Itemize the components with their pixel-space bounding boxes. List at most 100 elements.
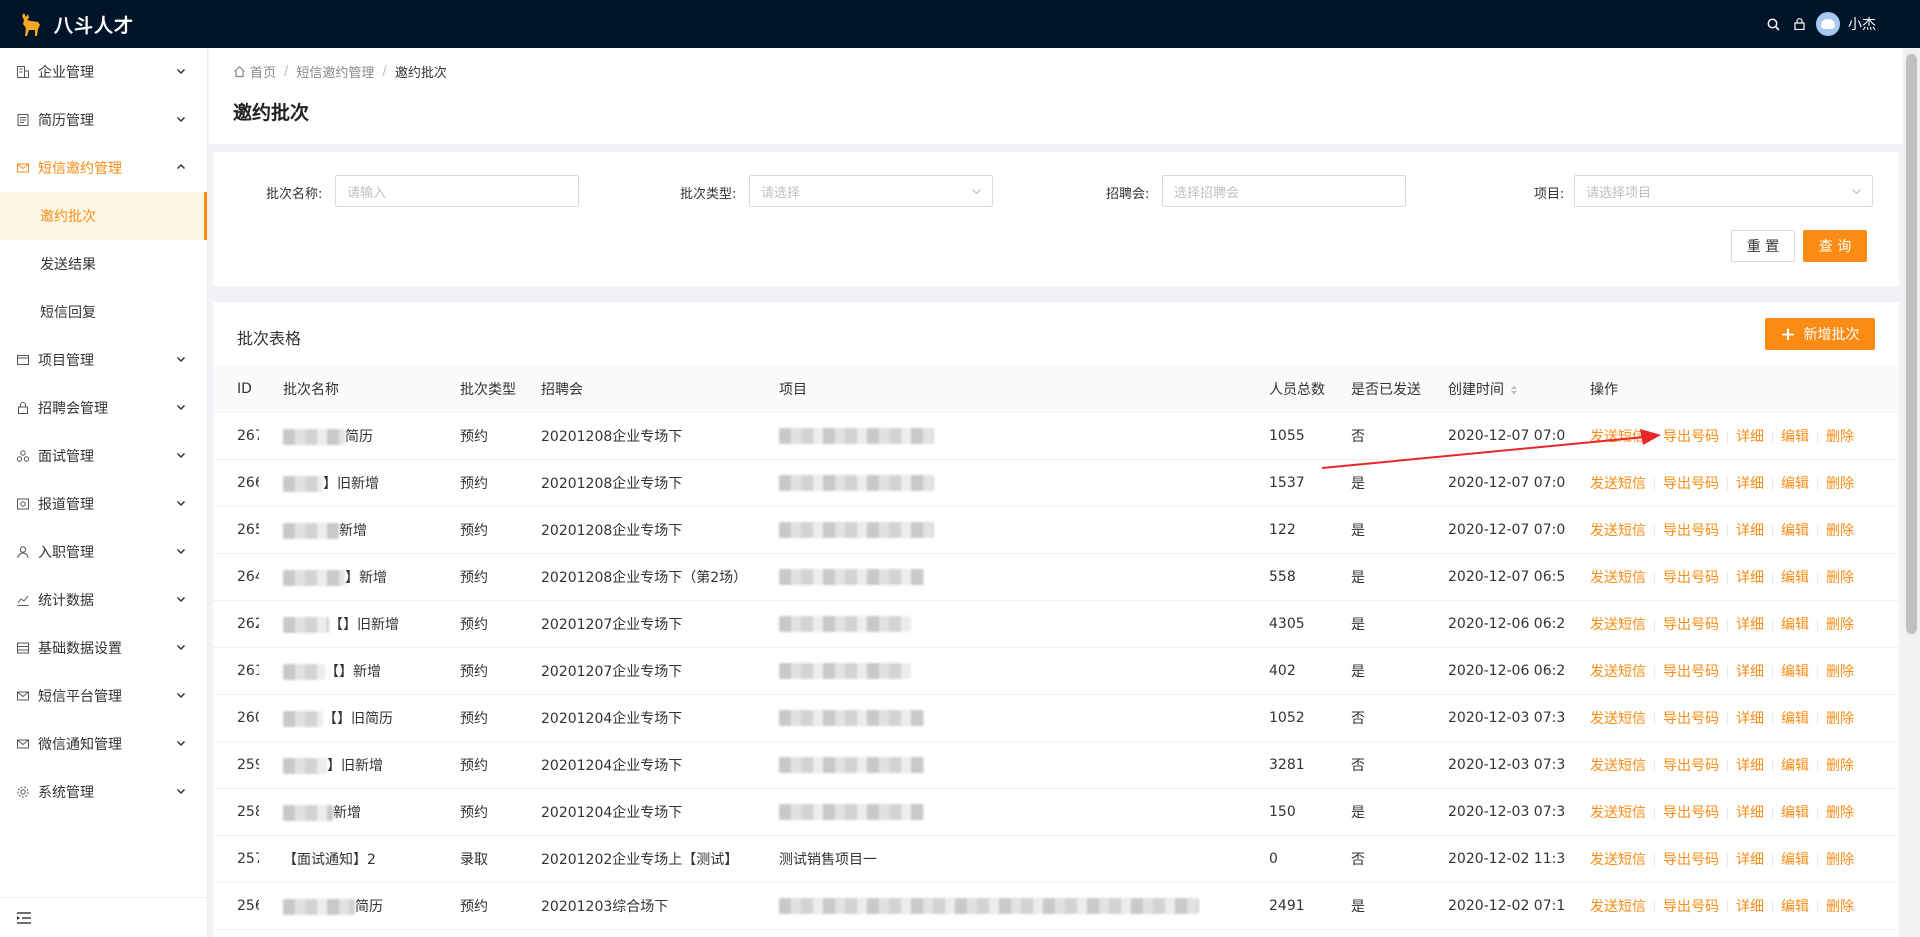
avatar[interactable] (1816, 12, 1840, 36)
query-button[interactable]: 查 询 (1803, 230, 1867, 262)
action-1[interactable]: 导出号码 (1663, 758, 1719, 774)
action-1[interactable]: 导出号码 (1663, 476, 1719, 492)
sidebar-subitem-sms-reply[interactable]: 短信回复 (0, 288, 207, 336)
action-2[interactable]: 详细 (1736, 805, 1764, 821)
action-0[interactable]: 发送短信 (1590, 429, 1646, 445)
action-1[interactable]: 导出号码 (1663, 899, 1719, 915)
sidebar-subitem-send-result[interactable]: 发送结果 (0, 240, 207, 288)
action-4[interactable]: 删除 (1826, 476, 1854, 492)
scrollbar-thumb[interactable] (1906, 54, 1917, 634)
action-2[interactable]: 详细 (1736, 664, 1764, 680)
brand[interactable]: 八斗人才 (0, 0, 134, 48)
job-fair-input[interactable]: 选择招聘会 (1162, 175, 1406, 207)
action-4[interactable]: 删除 (1826, 523, 1854, 539)
action-3[interactable]: 编辑 (1781, 899, 1809, 915)
breadcrumb-parent[interactable]: 短信邀约管理 (296, 62, 374, 81)
column-header-created[interactable]: 创建时间 (1424, 366, 1566, 413)
sidebar-item-resume[interactable]: 简历管理 (0, 96, 207, 144)
action-2[interactable]: 详细 (1736, 899, 1764, 915)
action-1[interactable]: 导出号码 (1663, 429, 1719, 445)
batch-name-input[interactable]: 请输入 (335, 175, 579, 207)
sidebar-subitem-invite-batch[interactable]: 邀约批次 (0, 192, 207, 240)
sort-icon[interactable] (1510, 384, 1518, 396)
action-2[interactable]: 详细 (1736, 711, 1764, 727)
cell-name-text: 【面试通知】2 (283, 851, 376, 868)
action-1[interactable]: 导出号码 (1663, 711, 1719, 727)
action-0[interactable]: 发送短信 (1590, 617, 1646, 633)
action-3[interactable]: 编辑 (1781, 617, 1809, 633)
sidebar-item-base-data[interactable]: 基础数据设置 (0, 624, 207, 672)
cell-total: 558 (1245, 553, 1327, 601)
sidebar-item-system[interactable]: 系统管理 (0, 768, 207, 816)
redacted-blur (779, 756, 924, 773)
action-2[interactable]: 详细 (1736, 570, 1764, 586)
action-1[interactable]: 导出号码 (1663, 805, 1719, 821)
action-0[interactable]: 发送短信 (1590, 899, 1646, 915)
sidebar-item-report[interactable]: 报道管理 (0, 480, 207, 528)
action-0[interactable]: 发送短信 (1590, 711, 1646, 727)
batch-type-select[interactable]: 请选择 (749, 175, 993, 207)
action-0[interactable]: 发送短信 (1590, 805, 1646, 821)
sidebar-item-statistics[interactable]: 统计数据 (0, 576, 207, 624)
sidebar-item-job-fair[interactable]: 招聘会管理 (0, 384, 207, 432)
sidebar-item-wechat-notify[interactable]: 微信通知管理 (0, 720, 207, 768)
action-3[interactable]: 编辑 (1781, 805, 1809, 821)
action-0[interactable]: 发送短信 (1590, 523, 1646, 539)
action-4[interactable]: 删除 (1826, 617, 1854, 633)
action-3[interactable]: 编辑 (1781, 429, 1809, 445)
action-1[interactable]: 导出号码 (1663, 523, 1719, 539)
action-3[interactable]: 编辑 (1781, 664, 1809, 680)
action-0[interactable]: 发送短信 (1590, 664, 1646, 680)
column-header-total: 人员总数 (1245, 366, 1327, 413)
action-1[interactable]: 导出号码 (1663, 617, 1719, 633)
breadcrumb-home[interactable]: 首页 (250, 62, 276, 81)
action-3[interactable]: 编辑 (1781, 523, 1809, 539)
sidebar-item-sms-platform[interactable]: 短信平台管理 (0, 672, 207, 720)
sidebar-item-project[interactable]: 项目管理 (0, 336, 207, 384)
action-2[interactable]: 详细 (1736, 476, 1764, 492)
sidebar-collapse-toggle[interactable] (0, 897, 207, 937)
action-3[interactable]: 编辑 (1781, 476, 1809, 492)
action-4[interactable]: 删除 (1826, 852, 1854, 868)
action-2[interactable]: 详细 (1736, 523, 1764, 539)
action-4[interactable]: 删除 (1826, 758, 1854, 774)
sidebar-item-interview[interactable]: 面试管理 (0, 432, 207, 480)
action-0[interactable]: 发送短信 (1590, 476, 1646, 492)
redacted-blur (779, 568, 924, 585)
action-2[interactable]: 详细 (1736, 852, 1764, 868)
lock-icon[interactable] (1786, 0, 1812, 48)
chevron-down-icon (176, 116, 186, 123)
cell-type: 预约 (436, 553, 517, 601)
action-3[interactable]: 编辑 (1781, 570, 1809, 586)
cell-type: 预约 (436, 741, 517, 789)
action-0[interactable]: 发送短信 (1590, 570, 1646, 586)
action-2[interactable]: 详细 (1736, 758, 1764, 774)
action-1[interactable]: 导出号码 (1663, 664, 1719, 680)
search-icon[interactable] (1760, 0, 1786, 48)
action-3[interactable]: 编辑 (1781, 852, 1809, 868)
sidebar-item-sms-invite[interactable]: 短信邀约管理 (0, 144, 207, 192)
action-2[interactable]: 详细 (1736, 617, 1764, 633)
action-4[interactable]: 删除 (1826, 805, 1854, 821)
action-0[interactable]: 发送短信 (1590, 852, 1646, 868)
username[interactable]: 小杰 (1848, 14, 1876, 34)
page-scrollbar[interactable] (1903, 48, 1920, 937)
sidebar-item-enterprise[interactable]: 企业管理 (0, 48, 207, 96)
action-4[interactable]: 删除 (1826, 899, 1854, 915)
project-select[interactable]: 请选择项目 (1574, 175, 1873, 207)
sidebar-item-onboarding[interactable]: 入职管理 (0, 528, 207, 576)
reset-button[interactable]: 重 置 (1731, 230, 1795, 262)
home-icon[interactable] (233, 65, 246, 78)
action-4[interactable]: 删除 (1826, 429, 1854, 445)
action-0[interactable]: 发送短信 (1590, 758, 1646, 774)
cell-actions: 发送短信 导出号码 详细 编辑 删除 (1566, 553, 1899, 601)
action-1[interactable]: 导出号码 (1663, 570, 1719, 586)
action-4[interactable]: 删除 (1826, 664, 1854, 680)
action-2[interactable]: 详细 (1736, 429, 1764, 445)
add-batch-button[interactable]: + 新增批次 (1765, 318, 1875, 350)
action-4[interactable]: 删除 (1826, 570, 1854, 586)
action-1[interactable]: 导出号码 (1663, 852, 1719, 868)
action-3[interactable]: 编辑 (1781, 711, 1809, 727)
action-4[interactable]: 删除 (1826, 711, 1854, 727)
action-3[interactable]: 编辑 (1781, 758, 1809, 774)
